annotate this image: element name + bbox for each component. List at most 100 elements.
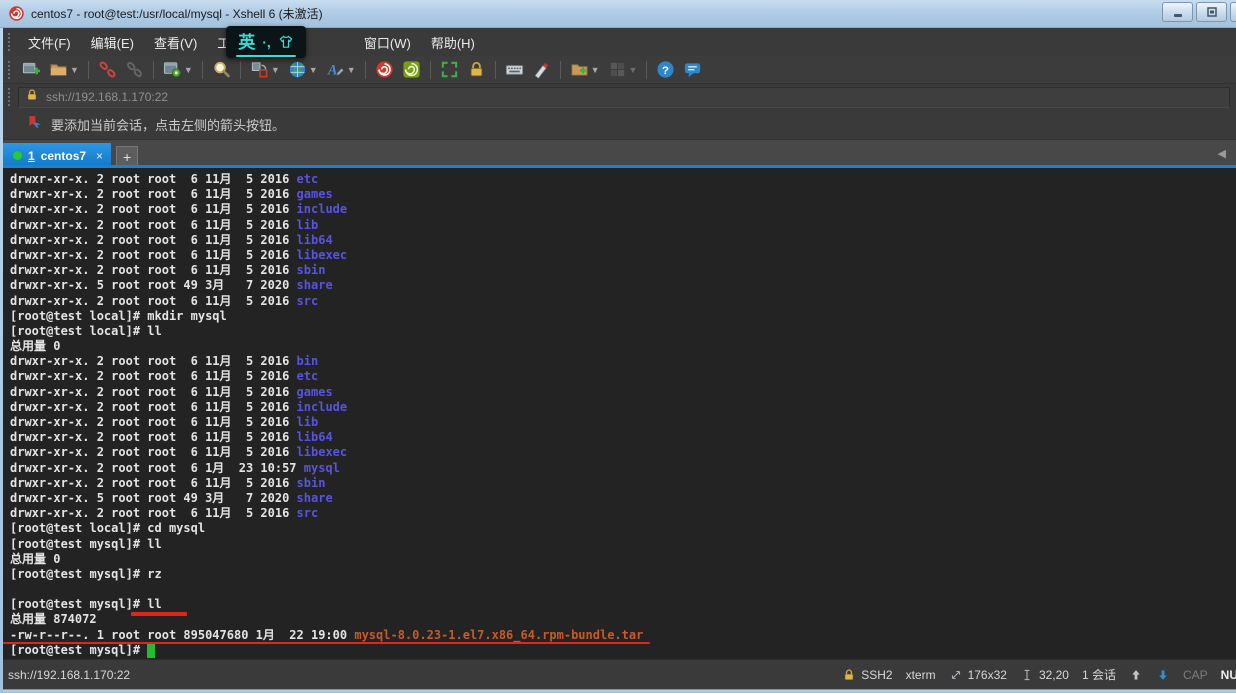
status-url: ssh://192.168.1.170:22 xyxy=(0,668,130,682)
xshell-window: centos7 - root@test:/usr/local/mysql - X… xyxy=(0,0,1236,693)
terminal-line: drwxr-xr-x. 2 root root 6 11月 5 2016 etc xyxy=(10,369,1236,384)
menu-item-帮助[interactable]: 帮助(H) xyxy=(421,28,485,57)
dropdown-caret-icon[interactable]: ▼ xyxy=(347,65,356,75)
terminal-line: drwxr-xr-x. 2 root root 6 11月 5 2016 lib… xyxy=(10,430,1236,445)
dropdown-caret-icon[interactable]: ▼ xyxy=(271,65,280,75)
tab-arrange-button[interactable]: ▼ xyxy=(247,58,283,82)
dropdown-caret-icon[interactable]: ▼ xyxy=(70,65,79,75)
status-ssh2: SSH2 xyxy=(842,668,892,682)
status-arrow-down-icon[interactable] xyxy=(1156,668,1170,682)
terminal-line: drwxr-xr-x. 2 root root 6 11月 5 2016 etc xyxy=(10,172,1236,187)
address-field[interactable]: ssh://192.168.1.170:22 xyxy=(18,87,1230,108)
terminal-line: drwxr-xr-x. 2 root root 6 11月 5 2016 src xyxy=(10,506,1236,521)
terminal-line: drwxr-xr-x. 2 root root 6 11月 5 2016 src xyxy=(10,294,1236,309)
tshirt-icon[interactable] xyxy=(278,34,294,50)
broken-chain-icon xyxy=(98,60,117,79)
font-button[interactable]: A▼ xyxy=(323,58,359,82)
toolbar-separator xyxy=(646,61,647,79)
terminal-line: 总用量 874072 xyxy=(10,612,1236,627)
add-session-flag-icon[interactable] xyxy=(26,114,43,136)
terminal-screen[interactable]: drwxr-xr-x. 2 root root 6 11月 5 2016 etc… xyxy=(0,168,1236,659)
new-tab-button[interactable]: + xyxy=(116,146,138,167)
tab-close-icon[interactable]: × xyxy=(96,149,103,163)
tab-centos7[interactable]: 1 centos7 × xyxy=(3,143,111,168)
tab-scroll-left-icon[interactable]: ◀ xyxy=(1218,147,1226,160)
dropdown-caret-icon[interactable]: ▼ xyxy=(184,65,193,75)
close-button[interactable] xyxy=(1230,2,1236,22)
dropdown-caret-icon[interactable]: ▼ xyxy=(591,65,600,75)
menu-item-窗口[interactable]: 窗口(W) xyxy=(354,28,421,57)
restore-button[interactable] xyxy=(1196,2,1227,22)
lock-screen-button[interactable] xyxy=(464,58,489,82)
toolbar-separator xyxy=(430,61,431,79)
red-underline-ll xyxy=(131,612,187,616)
status-cap: CAP xyxy=(1183,668,1208,682)
new-session-icon xyxy=(22,60,41,79)
open-session-button[interactable]: ▼ xyxy=(46,58,82,82)
dropdown-caret-icon[interactable]: ▼ xyxy=(629,65,638,75)
xshell-icon xyxy=(375,60,394,79)
status-xterm: xterm xyxy=(906,668,936,682)
session-properties-button[interactable]: ▼ xyxy=(160,58,196,82)
menu-item-编辑[interactable]: 编辑(E) xyxy=(81,28,144,57)
svg-text:?: ? xyxy=(662,65,669,77)
ime-punctuation-indicator[interactable]: ·, xyxy=(262,35,271,49)
arrow-up-icon[interactable] xyxy=(1129,668,1143,682)
terminal-line: drwxr-xr-x. 2 root root 6 1月 23 10:57 my… xyxy=(10,461,1236,476)
ime-language-indicator[interactable]: 英 xyxy=(238,34,255,51)
toolbar-separator xyxy=(495,61,496,79)
menu-bar: 文件(F)编辑(E)查看(V)工具(T)窗口(W)帮助(H) xyxy=(0,28,1236,56)
menu-item-文件[interactable]: 文件(F) xyxy=(18,28,81,57)
magnifier-icon xyxy=(212,60,231,79)
xshell-button[interactable] xyxy=(372,58,397,82)
red-underline-file xyxy=(2,642,650,644)
resize-icon xyxy=(949,668,963,682)
virtual-keyboard-button[interactable] xyxy=(502,58,527,82)
toolbar-grip xyxy=(8,61,10,79)
arrow-down-icon[interactable] xyxy=(1156,668,1170,682)
menu-item-查看[interactable]: 查看(V) xyxy=(144,28,207,57)
minimize-button[interactable] xyxy=(1162,2,1193,22)
open-folder-icon xyxy=(49,60,68,79)
new-session-button[interactable] xyxy=(19,58,44,82)
tab-label: centos7 xyxy=(41,149,86,163)
xftp-button[interactable] xyxy=(399,58,424,82)
terminal-line: drwxr-xr-x. 2 root root 6 11月 5 2016 lib xyxy=(10,218,1236,233)
toolbar-separator xyxy=(240,61,241,79)
terminal-line: drwxr-xr-x. 2 root root 6 11月 5 2016 sbi… xyxy=(10,476,1236,491)
status-arrow-up-icon[interactable] xyxy=(1129,668,1143,682)
keyboard-icon xyxy=(505,60,524,79)
address-grip xyxy=(8,88,10,106)
help-button[interactable]: ? xyxy=(653,58,678,82)
highlight-button[interactable] xyxy=(529,58,554,82)
xshell-logo-icon xyxy=(8,5,25,22)
terminal-line: drwxr-xr-x. 5 root root 49 3月 7 2020 sha… xyxy=(10,278,1236,293)
window-title: centos7 - root@test:/usr/local/mysql - X… xyxy=(31,5,323,22)
terminal-line xyxy=(10,582,1236,597)
window-layout-button: ▼ xyxy=(605,58,641,82)
toolbar-separator xyxy=(88,61,89,79)
window-controls xyxy=(1162,2,1236,22)
terminal-line: [root@test local]# cd mysql xyxy=(10,521,1236,536)
new-file-transfer-button[interactable]: ▼ xyxy=(567,58,603,82)
ime-status-widget[interactable]: 英 ·, xyxy=(226,26,306,58)
window-bottom-border xyxy=(0,689,1236,693)
terminal-line: drwxr-xr-x. 2 root root 6 11月 5 2016 sbi… xyxy=(10,263,1236,278)
dropdown-caret-icon[interactable]: ▼ xyxy=(309,65,318,75)
fullscreen-button[interactable] xyxy=(437,58,462,82)
feedback-button[interactable] xyxy=(680,58,705,82)
find-button[interactable] xyxy=(209,58,234,82)
disconnect-button[interactable] xyxy=(95,58,120,82)
toolbar-separator xyxy=(560,61,561,79)
terminal-line: [root@test mysql]# ll xyxy=(10,597,1236,612)
open-url-button[interactable]: ▼ xyxy=(285,58,321,82)
svg-text:A: A xyxy=(327,62,338,78)
window-left-border xyxy=(0,28,3,693)
terminal-line: [root@test local]# mkdir mysql xyxy=(10,309,1236,324)
tab-bar: 1 centos7 × + ◀ xyxy=(0,140,1236,168)
xftp-icon xyxy=(402,60,421,79)
terminal-line: drwxr-xr-x. 2 root root 6 11月 5 2016 bin xyxy=(10,354,1236,369)
toolbar-separator xyxy=(153,61,154,79)
lock-icon xyxy=(842,668,856,682)
window-gear-icon xyxy=(163,60,182,79)
